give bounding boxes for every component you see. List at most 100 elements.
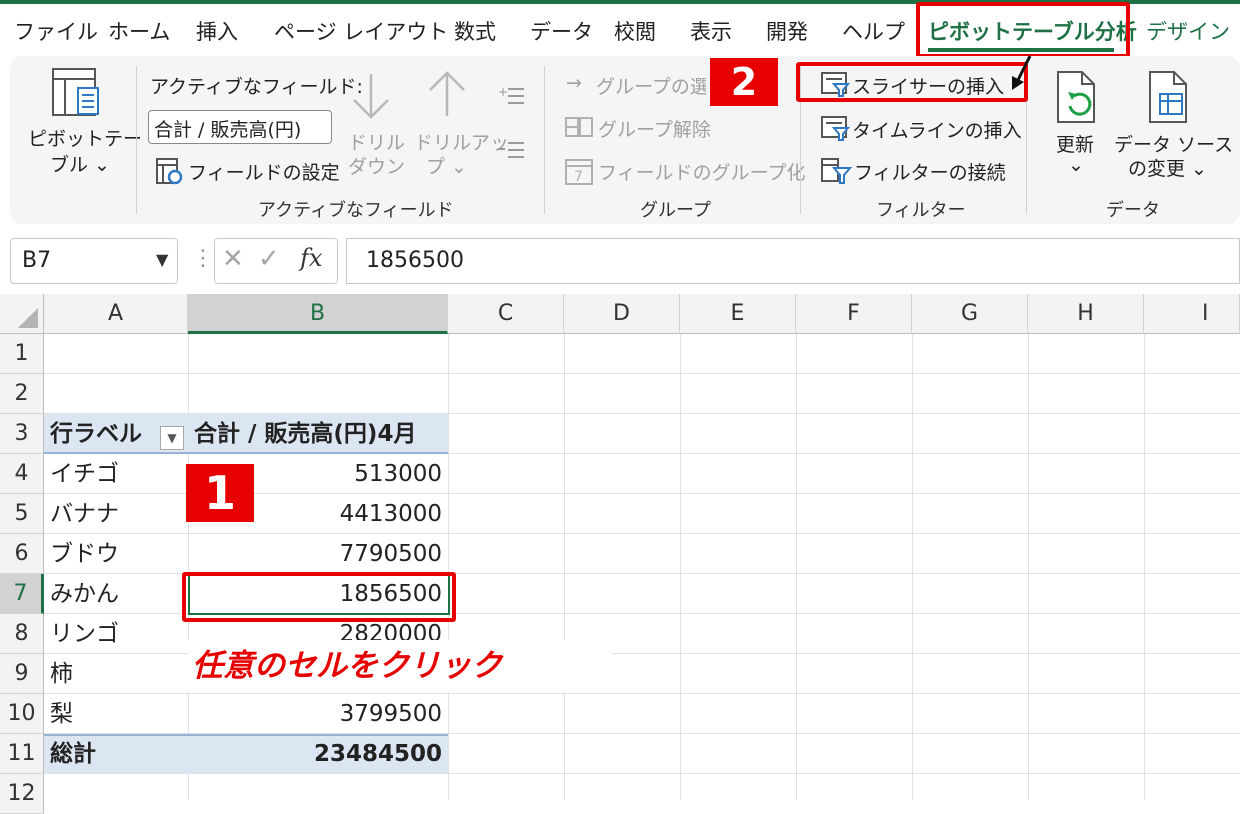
name-box-value: B7 [22,248,52,273]
pivot-row-label[interactable]: 梨 [50,694,73,734]
insert-timeline-button[interactable]: タイムラインの挿入 [852,116,1022,143]
group-label-active-field: アクティブなフィールド [258,200,454,221]
svg-text:7: 7 [574,169,583,185]
enter-check-icon[interactable]: ✓ [258,244,280,274]
filter-connections-button[interactable]: フィルターの接続 [854,158,1006,185]
grid-line [564,334,565,800]
drill-down-icon [353,74,389,119]
tab-design[interactable]: デザイン [1146,12,1230,52]
pivot-row-label[interactable]: リンゴ [50,614,119,654]
pivot-row-label[interactable]: ブドウ [50,534,119,574]
ungroup-icon [565,117,593,137]
annotation-box-cell [182,572,456,622]
tab-help[interactable]: ヘルプ [842,12,905,52]
row-header-9[interactable]: 9 [0,654,44,694]
group-field-button[interactable]: フィールドのグループ化 [598,158,805,185]
tab-review[interactable]: 校閲 [614,12,656,52]
row-header-3[interactable]: 3 [0,414,44,454]
row-header-4[interactable]: 4 [0,454,44,494]
drill-up-label-2[interactable]: プ ⌄ [426,152,467,179]
collapse-field-icon[interactable] [498,138,526,162]
pivot-row-label[interactable]: みかん [50,574,119,614]
tab-page-layout[interactable]: ページ レイアウト [274,12,448,52]
filter-dropdown-icon[interactable]: ▼ [160,426,184,450]
ungroup-button[interactable]: グループ解除 [598,115,711,142]
group-separator [544,66,545,214]
row-header-11[interactable]: 11 [0,734,44,774]
row-header-12[interactable]: 12 [0,774,44,814]
grid-line [188,334,189,800]
formula-value: 1856500 [366,248,464,273]
column-header-g[interactable]: G [912,294,1028,334]
group-selection-button[interactable]: グループの選択 [596,72,706,99]
drill-up-label[interactable]: ドリルアッ [414,128,509,155]
insert-function-icon[interactable]: fx [300,244,322,272]
column-header-h[interactable]: H [1028,294,1144,334]
timeline-icon [821,116,850,141]
group-label-data: データ [1106,200,1160,221]
refresh-button[interactable]: 更新 [1056,130,1094,157]
pivot-row-label[interactable]: バナナ [50,494,119,534]
tab-formulas[interactable]: 数式 [454,12,496,52]
row-header-8[interactable]: 8 [0,614,44,654]
tab-insert[interactable]: 挿入 [196,12,238,52]
pivot-value-header[interactable]: 合計 / 販売高(円)4月 [194,414,416,454]
annotation-box-tab [916,2,1130,58]
annotation-arrow-icon [1012,55,1032,90]
pivot-total-label[interactable]: 総計 [50,734,96,774]
pivot-row-value[interactable]: 7790500 [190,534,442,574]
tab-home[interactable]: ホーム [108,12,170,52]
column-header-e[interactable]: E [680,294,796,334]
row-header-10[interactable]: 10 [0,694,44,734]
drill-down-label[interactable]: ドリル [348,128,405,155]
annotation-box-slicer [796,62,1028,102]
chevron-down-icon[interactable]: ▼ [156,250,168,269]
grid-line [448,334,449,800]
column-header-a[interactable]: A [44,294,188,334]
drill-down-label-2[interactable]: ダウン [348,152,405,179]
select-all-triangle-icon [18,308,38,328]
change-data-source-icon [1149,71,1187,123]
field-settings-icon [156,158,183,185]
field-settings-button[interactable]: フィールドの設定 [188,158,340,185]
expand-field-icon[interactable]: + [498,84,526,108]
svg-text:+: + [498,85,508,99]
grid-line [1144,334,1145,800]
refresh-icon [1057,71,1095,123]
worksheet-grid [0,294,1240,800]
tab-data[interactable]: データ [530,12,593,52]
change-data-source-button[interactable]: データ ソース [1114,130,1233,157]
group-label-filter: フィルター [876,200,966,221]
row-header-6[interactable]: 6 [0,534,44,574]
pivot-row-label[interactable]: 柿 [50,654,73,694]
tab-file[interactable]: ファイル [14,12,98,52]
column-header-d[interactable]: D [564,294,680,334]
pivot-total-value[interactable]: 23484500 [190,734,442,774]
pivot-row-label-header[interactable]: 行ラベル [50,414,142,454]
column-header-f[interactable]: F [796,294,912,334]
pivot-row-label[interactable]: イチゴ [50,454,119,494]
column-header-c[interactable]: C [448,294,564,334]
column-header-b[interactable]: B [188,294,448,334]
grid-line [680,334,681,800]
pivottable-button-label-2[interactable]: ブル ⌄ [50,150,110,177]
active-field-value: 合計 / 販売高(円) [154,119,302,141]
pivottable-button-label[interactable]: ピボットテー [28,124,142,151]
row-header-5[interactable]: 5 [0,494,44,534]
tab-developer[interactable]: 開発 [766,12,808,52]
arrow-right-icon: → [566,72,582,94]
formula-input[interactable] [346,238,1240,284]
row-header-7[interactable]: 7 [0,574,44,614]
drill-up-icon [429,71,465,116]
annotation-instruction: 任意のセルをクリック [188,640,612,692]
refresh-dropdown-arrow[interactable]: ⌄ [1068,154,1084,176]
tab-view[interactable]: 表示 [690,12,732,52]
cancel-icon[interactable]: ✕ [222,244,244,274]
change-data-source-button-2[interactable]: の変更 ⌄ [1128,154,1207,181]
column-header-i[interactable]: I [1144,294,1240,334]
row-header-2[interactable]: 2 [0,374,44,414]
grid-line [44,373,1240,374]
row-header-1[interactable]: 1 [0,334,44,374]
formula-bar-grip-icon[interactable]: ⋮ [192,246,214,271]
pivot-row-value[interactable]: 3799500 [190,694,442,734]
